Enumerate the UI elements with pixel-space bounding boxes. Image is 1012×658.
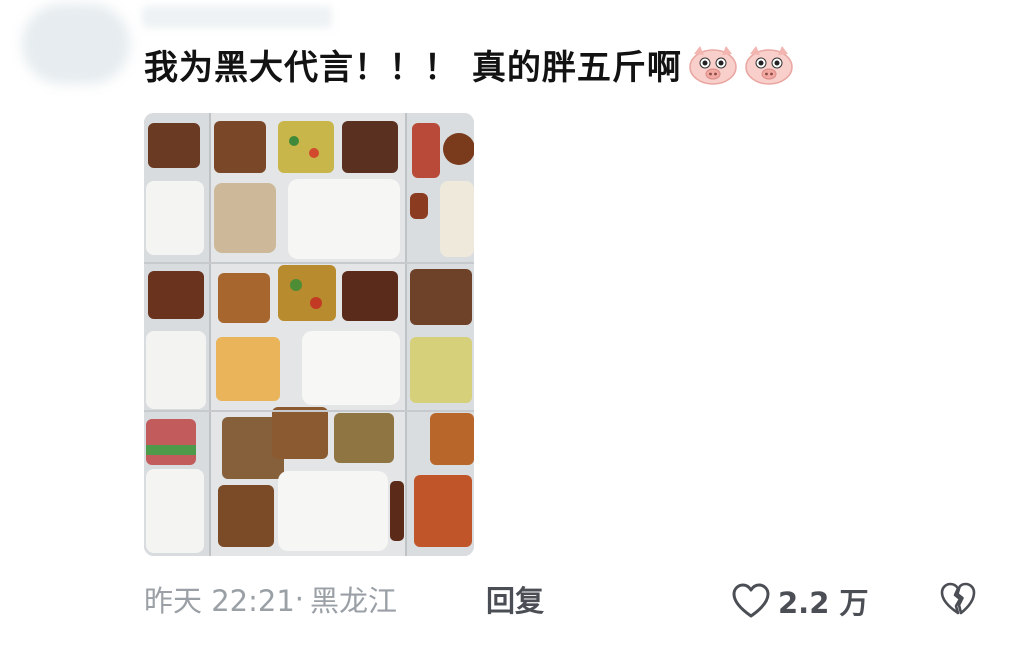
reply-button[interactable]: 回复 <box>486 578 544 620</box>
food-photo[interactable] <box>144 113 474 556</box>
comment-time: 昨天 22:21 <box>144 584 295 618</box>
comment-meta: 昨天 22:21 · 黑龙江 <box>144 578 397 620</box>
pig-face-icon <box>689 46 737 85</box>
food-photo-image <box>144 113 474 556</box>
comment-body: 我为黑大代言！！！ 真的胖五斤啊 <box>144 38 794 90</box>
dislike-button[interactable] <box>940 582 976 620</box>
meta-separator: · <box>294 582 305 616</box>
heart-outline-icon <box>732 583 770 618</box>
comment-text: 我为黑大代言！！！ 真的胖五斤啊 <box>144 47 682 88</box>
avatar[interactable] <box>22 4 130 84</box>
username-blurred[interactable] <box>142 6 332 28</box>
pig-face-icon <box>745 46 793 85</box>
like-count: 2.2 万 <box>778 586 869 620</box>
comment-location: 黑龙江 <box>310 584 398 618</box>
like-button[interactable]: 2.2 万 <box>732 580 868 622</box>
broken-heart-icon <box>940 582 976 615</box>
